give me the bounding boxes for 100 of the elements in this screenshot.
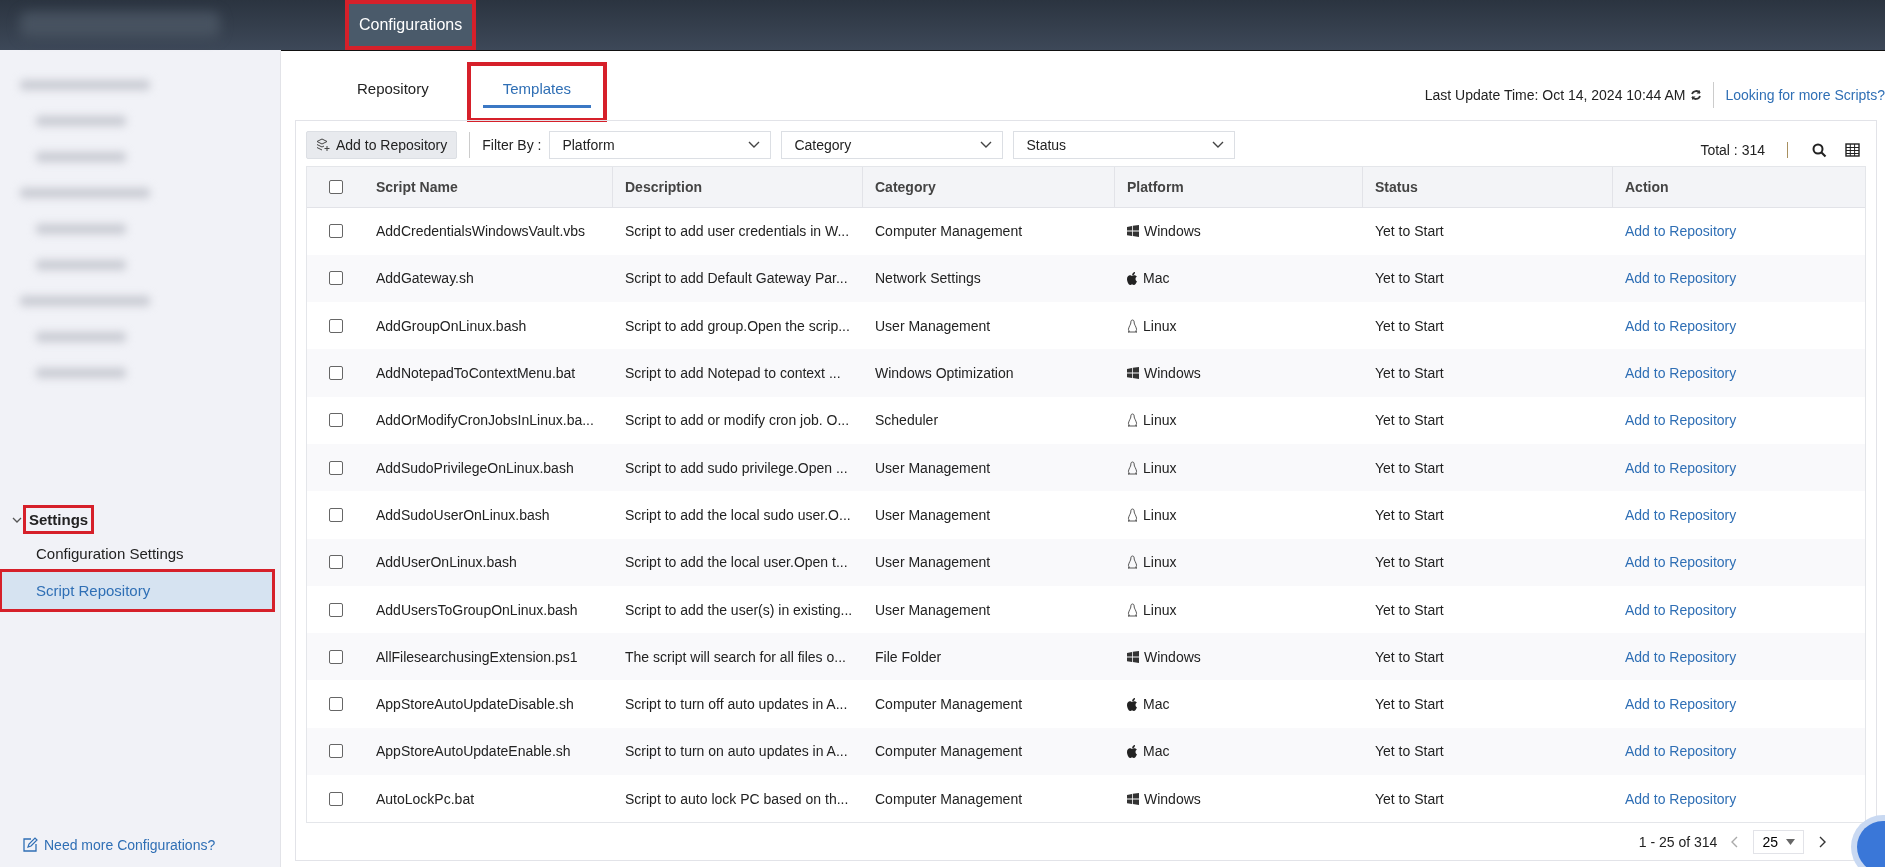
table-cell: Mac [1143, 743, 1170, 760]
table-cell-text: Script to add the local sudo user.O... [624, 506, 852, 523]
row-checkbox[interactable] [328, 224, 343, 239]
add-to-repository-link[interactable]: Add to Repository [1625, 648, 1737, 665]
search-icon[interactable] [1812, 142, 1827, 158]
row-checkbox[interactable] [328, 460, 343, 475]
table-cell-text: Script to add the local user.Open t... [624, 554, 849, 571]
add-to-repository-link[interactable]: Add to Repository [1625, 317, 1737, 334]
table-cell-text: Computer Management [874, 743, 1024, 760]
table-cell-text: Yet to Start [1374, 601, 1445, 618]
table-cell-text: User Management [874, 317, 992, 334]
next-page-icon[interactable] [1818, 835, 1826, 848]
column-header: Description [613, 166, 863, 207]
top-nav-tab[interactable]: Configurations [345, 0, 477, 50]
table-cell-text: Computer Management [874, 223, 1024, 240]
table-cell-text: The script will search for all files o... [624, 648, 847, 665]
column-header: Category [863, 166, 1115, 207]
need-more-configurations-link[interactable]: Need more Configurations? [0, 837, 280, 867]
table-cell-text: Script to add or modify cron job. O... [624, 412, 851, 429]
filter-dropdown[interactable]: Category [781, 131, 1004, 160]
layers-plus-icon [316, 138, 330, 153]
column-header: Script Name [364, 166, 613, 207]
sidebar-section-title[interactable]: Settings [26, 508, 92, 531]
add-to-repository-link[interactable]: Add to Repository [1625, 696, 1737, 713]
add-to-repository-link[interactable]: Add to Repository [1625, 412, 1737, 429]
table-cell-text: AddUsersToGroupOnLinux.bash [375, 601, 579, 618]
table-cell-text: File Folder [874, 648, 943, 665]
link-text[interactable]: Need more Configurations? [44, 837, 216, 853]
row-checkbox[interactable] [328, 507, 343, 522]
add-to-repository-link[interactable]: Add to Repository [1625, 743, 1737, 760]
filter-by-label: Filter By : [482, 137, 542, 154]
chevron-down-icon [748, 141, 761, 150]
add-to-repository-link[interactable]: Add to Repository [1625, 601, 1737, 618]
tab[interactable]: Repository [325, 66, 461, 118]
total-count: Total : 314 [1700, 141, 1765, 159]
add-to-repository-link[interactable]: Add to Repository [1625, 554, 1737, 571]
filter-dropdown[interactable]: Status [1024, 136, 1213, 155]
page-range: 1 - 25 of 314 [1638, 833, 1718, 850]
add-to-repository-link[interactable]: Add to Repository [1625, 270, 1737, 287]
table-cell: Windows [1144, 223, 1201, 240]
filter-dropdown[interactable]: Platform [549, 131, 772, 160]
table-cell-text: Yet to Start [1374, 648, 1445, 665]
row-checkbox[interactable] [328, 697, 343, 712]
row-checkbox[interactable] [328, 744, 343, 759]
table-cell-text: Yet to Start [1374, 223, 1445, 240]
table-cell-text: Script to add group.Open the scrip... [624, 317, 851, 334]
table-cell-text: AddSudoUserOnLinux.bash [375, 506, 551, 523]
table-cell-text: AddGateway.sh [375, 270, 475, 287]
sidebar-item[interactable]: Script Repository [2, 572, 272, 609]
select-all-checkbox[interactable] [328, 179, 343, 194]
table-cell-text: AllFilesearchusingExtension.ps1 [375, 648, 579, 665]
row-checkbox[interactable] [328, 271, 343, 286]
add-to-repository-link[interactable]: Add to Repository [1625, 459, 1737, 476]
row-checkbox[interactable] [328, 791, 343, 806]
table-cell-text: Yet to Start [1374, 743, 1445, 760]
table-cell-text: Yet to Start [1374, 270, 1445, 287]
table-columns-icon[interactable] [1845, 143, 1860, 158]
table-cell-text: Script to add Notepad to context ... [624, 365, 842, 382]
table-cell-text: AutoLockPc.bat [375, 790, 476, 807]
table-cell-text: Computer Management [874, 790, 1024, 807]
column-header: Platform [1115, 166, 1363, 207]
table-cell: Linux [1143, 459, 1177, 476]
table-cell-text: Script to auto lock PC based on th... [624, 790, 850, 807]
column-header: Status [1363, 166, 1613, 207]
filter-dropdown[interactable]: Category [792, 136, 981, 155]
table-cell-text: AddUserOnLinux.bash [375, 554, 518, 571]
add-to-repository-link[interactable]: Add to Repository [1625, 790, 1737, 807]
table-cell: Linux [1143, 554, 1177, 571]
table-cell-text: Script to turn on auto updates in A... [624, 743, 849, 760]
table-cell-text: Computer Management [874, 696, 1024, 713]
row-checkbox[interactable] [328, 555, 343, 570]
looking-for-more-scripts-link[interactable]: Looking for more Scripts? [1725, 87, 1885, 103]
add-to-repository-link[interactable]: Add to Repository [1625, 365, 1737, 382]
row-checkbox[interactable] [328, 413, 343, 428]
filter-dropdown[interactable]: Status [1013, 131, 1236, 160]
page-size-dropdown[interactable]: 25 [1753, 829, 1804, 854]
table-cell: Mac [1143, 696, 1170, 713]
filter-dropdown[interactable]: Platform [560, 136, 749, 155]
chevron-down-icon [1212, 141, 1225, 150]
row-checkbox[interactable] [328, 366, 343, 381]
refresh-icon[interactable] [1690, 89, 1703, 101]
sidebar-item[interactable]: Configuration Settings [2, 535, 272, 572]
table-cell-text: Yet to Start [1374, 317, 1445, 334]
row-checkbox[interactable] [328, 318, 343, 333]
table-cell-text: AddOrModifyCronJobsInLinux.ba... [375, 412, 595, 429]
table-cell-text: AddGroupOnLinux.bash [375, 317, 528, 334]
table-cell-text: Script to add user credentials in W... [624, 223, 851, 240]
row-checkbox[interactable] [328, 602, 343, 617]
table-cell-text: Script to add Default Gateway Par... [624, 270, 849, 287]
table-cell-text: Network Settings [874, 270, 982, 287]
row-checkbox[interactable] [328, 649, 343, 664]
add-to-repository-link[interactable]: Add to Repository [1625, 223, 1737, 240]
caret-icon [1786, 838, 1795, 845]
add-to-repository-link[interactable]: Add to Repository [1625, 506, 1737, 523]
table-cell-text: User Management [874, 506, 992, 523]
add-to-repository-button[interactable]: Add to Repository [306, 131, 458, 160]
table-cell: Linux [1143, 601, 1177, 618]
table-cell: Linux [1143, 317, 1177, 334]
table-cell: Mac [1143, 270, 1170, 287]
table-cell-text: Yet to Start [1374, 506, 1445, 523]
